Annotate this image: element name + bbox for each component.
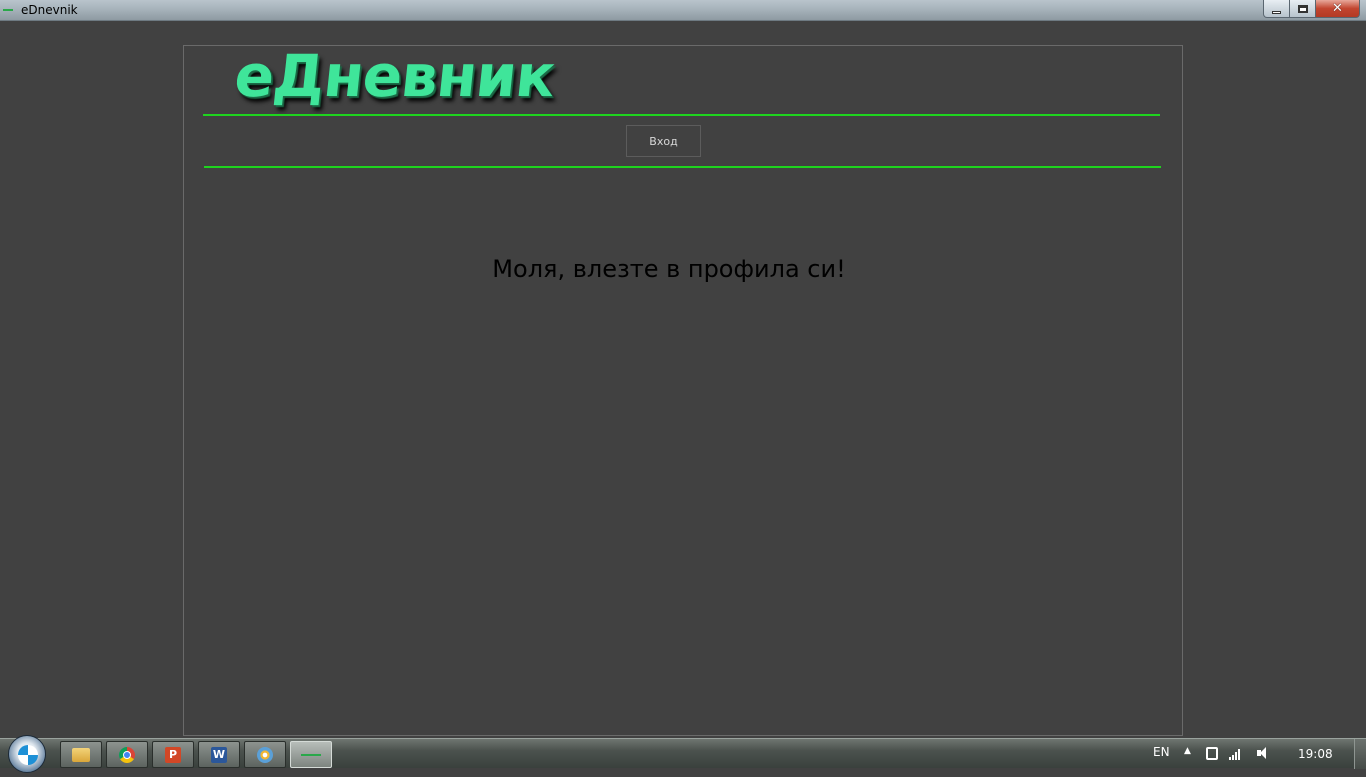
show-hidden-icons-icon[interactable]: ▲	[1184, 746, 1191, 776]
folder-icon	[72, 747, 90, 762]
maximize-button[interactable]	[1290, 0, 1316, 18]
power-icon[interactable]	[1206, 747, 1218, 760]
header-divider-bottom	[204, 166, 1161, 168]
network-signal-icon[interactable]	[1229, 747, 1241, 760]
taskbar-word-button[interactable]: W	[198, 741, 240, 768]
show-desktop-button[interactable]	[1354, 739, 1366, 769]
app-icon	[3, 9, 13, 11]
chrome-icon	[119, 746, 135, 763]
taskbar-explorer-button[interactable]	[60, 741, 102, 768]
close-button[interactable]: ✕	[1316, 0, 1360, 18]
paint-icon	[257, 746, 273, 763]
minimize-button[interactable]	[1263, 0, 1290, 18]
start-logo-icon	[18, 745, 28, 755]
system-clock[interactable]: 19:08	[1298, 747, 1333, 777]
login-prompt-message: Моля, влезте в профила си!	[492, 255, 846, 283]
taskbar-ednevnik-button[interactable]	[290, 741, 332, 768]
close-icon: ✕	[1332, 1, 1343, 16]
start-button[interactable]	[8, 735, 46, 773]
window-title: eDnevnik	[21, 3, 78, 17]
language-indicator[interactable]: EN	[1153, 745, 1170, 775]
restore-icon	[1297, 4, 1308, 13]
ednevnik-icon	[301, 753, 321, 756]
login-button[interactable]: Вход	[626, 125, 701, 157]
taskbar-chrome-button[interactable]	[106, 741, 148, 768]
taskbar-paint-button[interactable]	[244, 741, 286, 768]
app-logo: еДневник	[231, 42, 558, 110]
powerpoint-icon: P	[165, 746, 181, 763]
minimize-icon	[1272, 10, 1281, 14]
volume-icon[interactable]	[1257, 747, 1269, 760]
taskbar-powerpoint-button[interactable]: P	[152, 741, 194, 768]
header-divider-top	[203, 114, 1160, 116]
word-icon: W	[211, 746, 227, 763]
window-controls: ✕	[1263, 0, 1360, 19]
taskbar: P W EN ▲ 19:08	[0, 735, 1366, 773]
window-title-bar[interactable]: eDnevnik ✕	[0, 0, 1366, 21]
